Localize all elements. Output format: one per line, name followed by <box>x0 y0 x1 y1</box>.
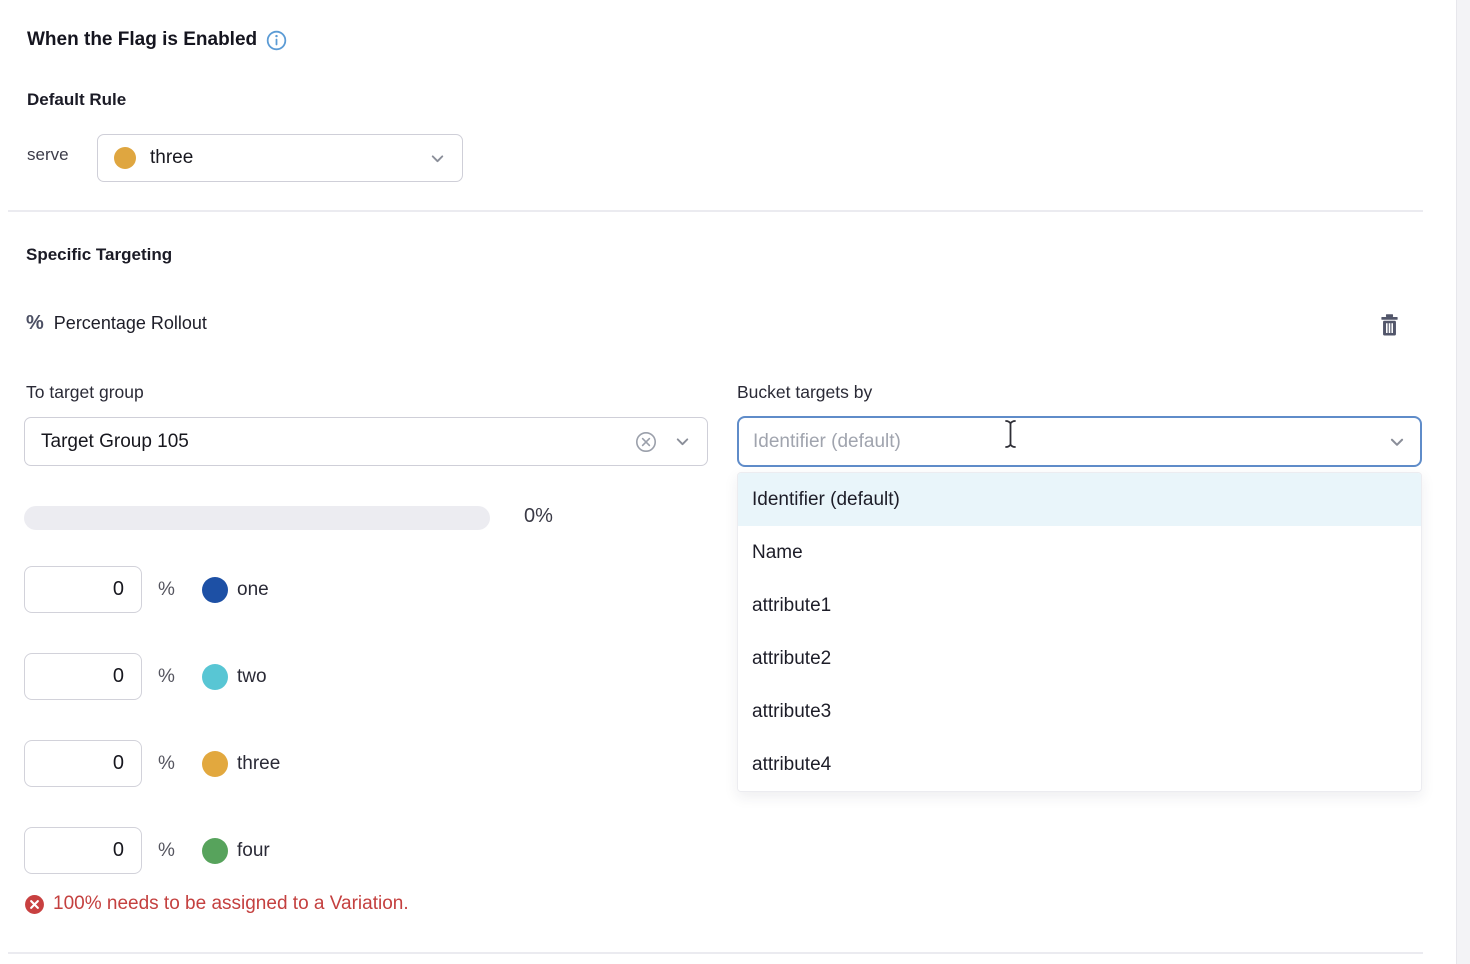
variation-color-dot <box>202 838 228 864</box>
target-group-select[interactable]: Target Group 105 <box>24 417 708 466</box>
page-title: When the Flag is Enabled <box>27 29 287 51</box>
menu-option-name[interactable]: Name <box>738 526 1421 579</box>
error-icon <box>24 894 45 915</box>
percent-unit-label: % <box>158 840 180 862</box>
percentage-icon: % <box>26 312 44 335</box>
variation-color-dot <box>202 577 228 603</box>
variation-name: two <box>237 666 267 688</box>
percentage-rollout-label: Percentage Rollout <box>54 313 207 334</box>
serve-label: serve <box>27 145 69 165</box>
error-message: 100% needs to be assigned to a Variation… <box>53 893 409 915</box>
variation-row: % one <box>24 566 269 613</box>
variation-percent-input-four[interactable] <box>24 827 142 874</box>
default-rule-heading: Default Rule <box>27 90 126 110</box>
variation-name: three <box>237 753 280 775</box>
chevron-down-icon <box>674 433 691 450</box>
specific-targeting-heading: Specific Targeting <box>26 245 172 265</box>
chevron-down-icon <box>429 150 446 167</box>
serve-variation-select[interactable]: three <box>97 134 463 182</box>
info-icon[interactable] <box>266 30 287 51</box>
text-cursor-pointer <box>1003 419 1018 449</box>
trash-icon <box>1377 312 1402 338</box>
percent-unit-label: % <box>158 753 180 775</box>
menu-option-attribute1[interactable]: attribute1 <box>738 579 1421 632</box>
target-group-value: Target Group 105 <box>41 431 189 453</box>
percentage-rollout-header: % Percentage Rollout <box>26 312 207 335</box>
variation-row: % three <box>24 740 280 787</box>
variation-percent-input-three[interactable] <box>24 740 142 787</box>
serve-variation-value: three <box>150 147 193 169</box>
validation-error: 100% needs to be assigned to a Variation… <box>24 893 409 915</box>
bucket-targets-dropdown-menu: Identifier (default) Name attribute1 att… <box>737 472 1422 792</box>
percent-unit-label: % <box>158 579 180 601</box>
menu-option-attribute3[interactable]: attribute3 <box>738 685 1421 738</box>
rollout-progress-bar <box>24 506 490 530</box>
bucket-targets-placeholder: Identifier (default) <box>753 431 901 453</box>
menu-option-identifier-default[interactable]: Identifier (default) <box>738 473 1421 526</box>
chevron-down-icon <box>1388 433 1406 451</box>
page-edge-strip <box>1456 0 1470 964</box>
clear-selection-icon[interactable] <box>634 430 658 454</box>
menu-option-attribute4[interactable]: attribute4 <box>738 738 1421 791</box>
variation-percent-input-one[interactable] <box>24 566 142 613</box>
variation-percent-input-two[interactable] <box>24 653 142 700</box>
variation-row: % four <box>24 827 270 874</box>
target-group-label: To target group <box>26 382 144 403</box>
page-title-text: When the Flag is Enabled <box>27 29 257 51</box>
variation-color-dot <box>202 664 228 690</box>
variation-color-dot <box>202 751 228 777</box>
variation-color-dot <box>114 147 136 169</box>
rollout-progress-value: 0% <box>524 505 553 528</box>
section-divider <box>8 952 1423 954</box>
percent-unit-label: % <box>158 666 180 688</box>
section-divider <box>8 210 1423 212</box>
variation-name: four <box>237 840 270 862</box>
variation-row: % two <box>24 653 267 700</box>
variation-name: one <box>237 579 269 601</box>
bucket-targets-input[interactable]: Identifier (default) <box>737 416 1422 467</box>
bucket-targets-label: Bucket targets by <box>737 382 872 403</box>
menu-option-attribute2[interactable]: attribute2 <box>738 632 1421 685</box>
delete-rollout-button[interactable] <box>1372 308 1406 342</box>
